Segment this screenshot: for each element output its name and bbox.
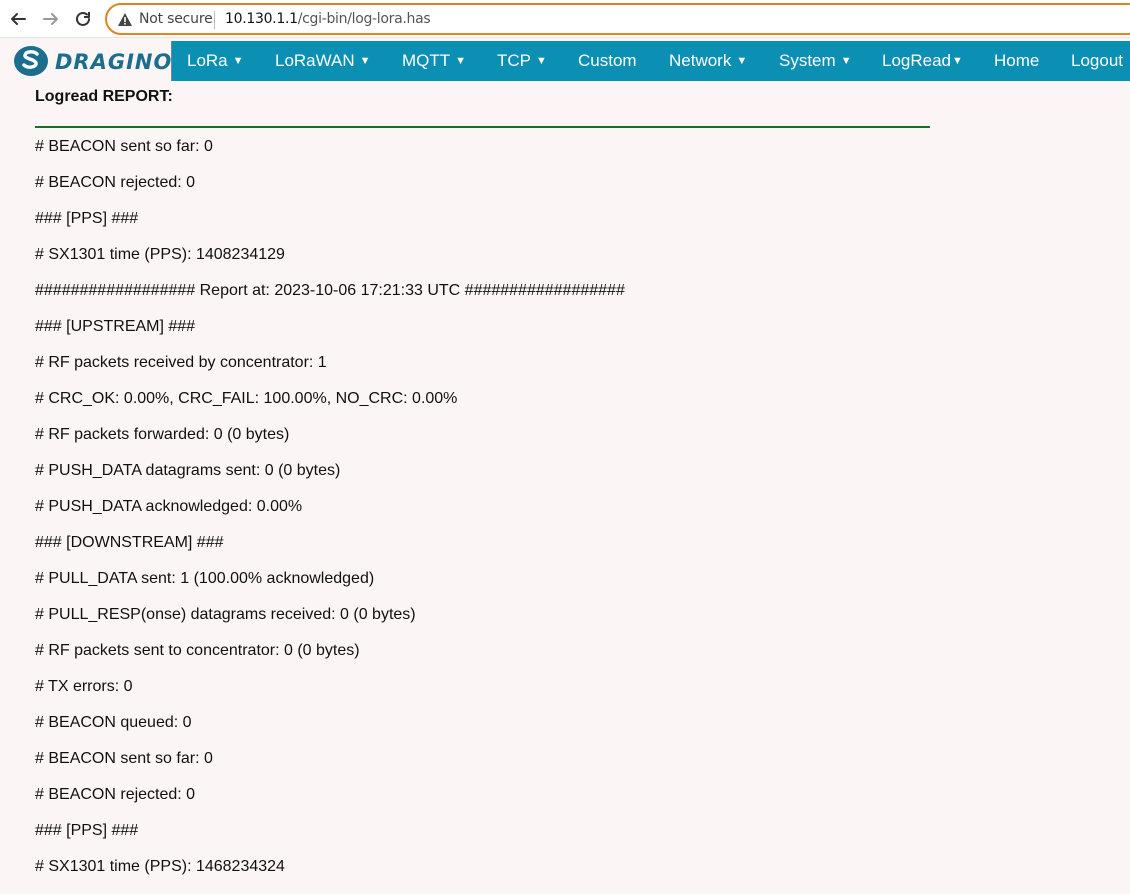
url-path: /cgi-bin/log-lora.has — [297, 11, 431, 27]
arrow-left-icon — [11, 13, 26, 25]
log-line: # RF packets sent to concentrator: 0 (0 … — [35, 642, 360, 659]
caret-down-icon: ▼ — [455, 55, 467, 67]
nav-label: LogRead — [882, 51, 952, 70]
caret-down-icon: ▼ — [232, 55, 244, 67]
report-title: Logread REPORT: — [35, 88, 173, 105]
nav-mqtt[interactable]: MQTT ▼ — [402, 41, 466, 81]
caret-down-icon: ▼ — [952, 55, 963, 67]
nav-custom[interactable]: Custom — [578, 41, 637, 81]
arrow-right-icon — [43, 13, 58, 25]
log-line: ### [PPS] ### — [35, 210, 139, 227]
log-line: # BEACON sent so far: 0 — [35, 750, 213, 767]
log-line: # BEACON rejected: 0 — [35, 174, 196, 191]
nav-label: System — [779, 51, 836, 70]
log-line: # RF packets forwarded: 0 (0 bytes) — [35, 426, 290, 443]
url-text[interactable]: 10.130.1.1/cgi-bin/log-lora.has — [225, 11, 431, 27]
log-line: # PUSH_DATA datagrams sent: 0 (0 bytes) — [35, 462, 341, 479]
brand-logo[interactable]: DRAGINO — [0, 41, 172, 81]
nav-label: TCP — [497, 51, 531, 70]
main-nav: DRAGINO LoRa ▼ LoRaWAN ▼ MQTT ▼ TCP ▼ Custom… — [0, 41, 1130, 81]
browser-toolbar: Not secure 10.130.1.1/cgi-bin/log-lora.h… — [0, 0, 1130, 38]
nav-lorawan[interactable]: LoRaWAN ▼ — [275, 41, 371, 81]
url-separator — [214, 11, 215, 29]
caret-down-icon: ▼ — [359, 55, 371, 67]
log-line: # BEACON sent so far: 0 — [35, 138, 213, 155]
log-line: ################## Report at: 2023-10-06… — [35, 282, 625, 299]
nav-label: LoRa — [187, 51, 228, 70]
log-line: ### [PPS] ### — [35, 822, 139, 839]
warning-icon[interactable] — [117, 12, 133, 27]
nav-tcp[interactable]: TCP ▼ — [497, 41, 547, 81]
forward-button[interactable] — [39, 7, 63, 31]
log-line: ### [DOWNSTREAM] ### — [35, 534, 224, 551]
log-line: # PULL_DATA sent: 1 (100.00% acknowledge… — [35, 570, 375, 587]
url-host: 10.130.1.1 — [225, 11, 298, 27]
nav-home[interactable]: Home — [994, 41, 1039, 81]
address-bar[interactable]: Not secure 10.130.1.1/cgi-bin/log-lora.h… — [105, 3, 1130, 35]
caret-down-icon: ▼ — [536, 55, 547, 67]
log-line: # SX1301 time (PPS): 1408234129 — [35, 246, 285, 263]
log-line: # PULL_RESP(onse) datagrams received: 0 … — [35, 606, 416, 623]
log-list: # BEACON sent so far: 0 # BEACON rejected… — [35, 138, 625, 894]
dragino-logo-icon — [14, 46, 48, 76]
log-line: # BEACON queued: 0 — [35, 714, 192, 731]
nav-label: MQTT — [402, 51, 451, 70]
nav-label: Logout — [1071, 51, 1123, 70]
back-button[interactable] — [6, 7, 30, 31]
reload-icon — [76, 11, 90, 26]
caret-down-icon: ▼ — [840, 55, 852, 67]
security-status-label[interactable]: Not secure — [139, 11, 213, 27]
brand-name: DRAGINO — [55, 50, 173, 74]
nav-lora[interactable]: LoRa ▼ — [187, 41, 244, 81]
reload-button[interactable] — [71, 7, 95, 31]
log-line: # PUSH_DATA acknowledged: 0.00% — [35, 498, 303, 515]
nav-logread[interactable]: LogRead▼ — [882, 41, 963, 81]
log-line: # RF packets received by concentrator: 1 — [35, 354, 327, 371]
nav-label: LoRaWAN — [275, 51, 355, 70]
log-line: # BEACON rejected: 0 — [35, 786, 196, 803]
log-line: # TX errors: 0 — [35, 678, 133, 695]
nav-label: Home — [994, 51, 1040, 70]
nav-logout[interactable]: Logout — [1071, 41, 1123, 81]
divider — [35, 126, 930, 128]
nav-network[interactable]: Network ▼ — [669, 41, 747, 81]
nav-label: Network — [669, 51, 732, 70]
log-line: # CRC_OK: 0.00%, CRC_FAIL: 100.00%, NO_C… — [35, 390, 458, 407]
log-line: ### [UPSTREAM] ### — [35, 318, 196, 335]
nav-label: Custom — [578, 51, 637, 70]
caret-down-icon: ▼ — [736, 55, 748, 67]
nav-system[interactable]: System ▼ — [779, 41, 852, 81]
log-line: # SX1301 time (PPS): 1468234324 — [35, 858, 285, 875]
